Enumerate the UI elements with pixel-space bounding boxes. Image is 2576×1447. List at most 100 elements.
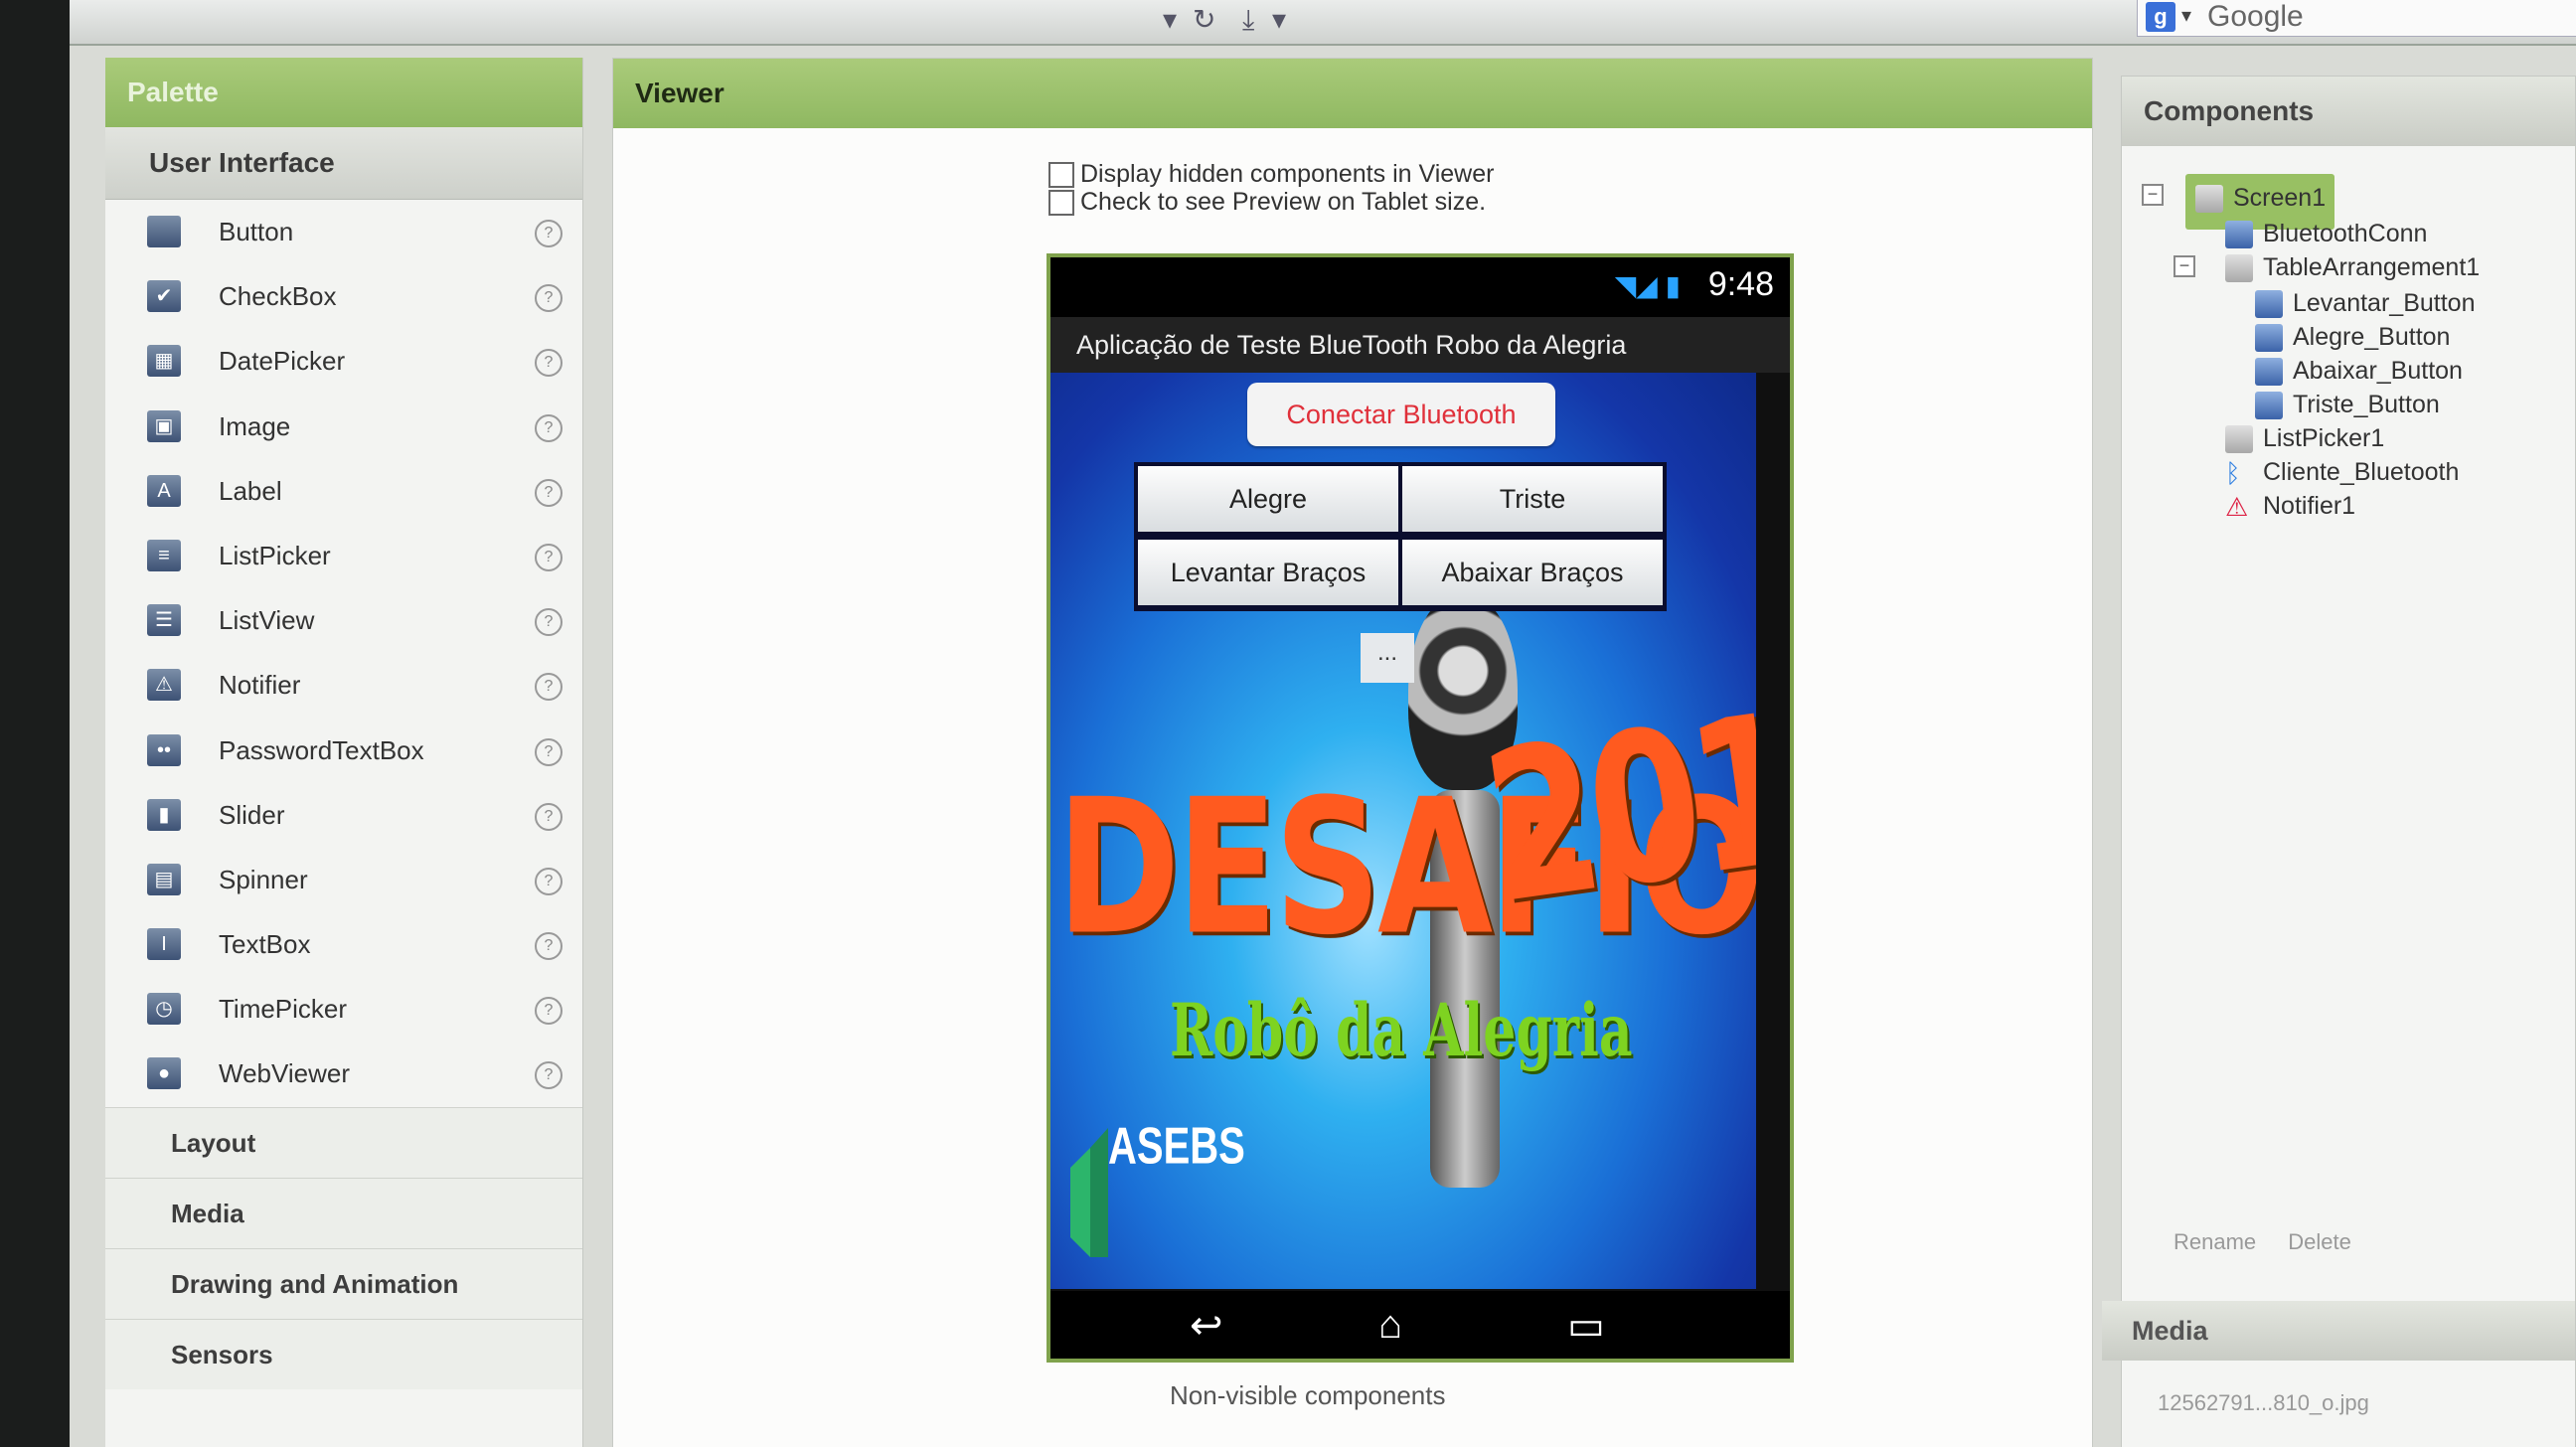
palette-item-listpicker[interactable]: ≡ ListPicker? [105, 524, 582, 588]
help-icon[interactable]: ? [535, 932, 563, 961]
help-icon[interactable]: ? [535, 1061, 563, 1090]
signal-battery-icon: ◥◢ ▮ [1614, 270, 1681, 301]
tree-item-triste-button[interactable]: Triste_Button [2255, 391, 2440, 420]
palette-item-image[interactable]: ▣ Image? [105, 395, 582, 459]
help-icon[interactable]: ? [535, 478, 563, 507]
timepicker-icon: ◷ [147, 993, 181, 1026]
home-icon[interactable]: ⌂ [1378, 1303, 1402, 1348]
help-icon[interactable]: ? [535, 284, 563, 313]
palette-item-label: DatePicker [219, 346, 346, 377]
table-arrangement[interactable]: Alegre Triste Levantar Braços Abaixar Br… [1134, 462, 1667, 611]
palette-section-drawing[interactable]: Drawing and Animation [105, 1247, 582, 1319]
tree-item-listpicker1[interactable]: ListPicker1 [2225, 424, 2384, 454]
palette-group-user-interface[interactable]: User Interface [105, 127, 582, 200]
screen1-canvas[interactable]: DESAFIO 2016 Robô da Alegria ASEBS Conec… [1050, 373, 1756, 1289]
recent-apps-icon[interactable]: ▭ [1567, 1303, 1605, 1349]
palette-item-passwordtextbox[interactable]: •• PasswordTextBox? [105, 719, 582, 783]
palette-item-label[interactable]: A Label? [105, 459, 582, 524]
textbox-icon: I [147, 928, 181, 961]
palette-item-datepicker[interactable]: ▦ DatePicker? [105, 329, 582, 394]
passwordtextbox-icon: •• [147, 733, 181, 766]
delete-button[interactable]: Delete [2288, 1229, 2351, 1255]
chevron-down-icon[interactable]: ▾ [2181, 0, 2191, 32]
triste-button[interactable]: Triste [1402, 466, 1663, 532]
download-icon[interactable]: ⤓ [1242, 0, 1254, 40]
tree-item-levantar-button[interactable]: Levantar_Button [2255, 289, 2475, 319]
palette-item-webviewer[interactable]: ● WebViewer? [105, 1042, 582, 1106]
webviewer-icon: ● [147, 1057, 181, 1090]
search-engine-label: Google [2207, 0, 2304, 33]
palette-item-timepicker[interactable]: ◷ TimePicker? [105, 977, 582, 1042]
help-icon[interactable]: ? [535, 220, 563, 247]
status-time: 9:48 [1707, 265, 1774, 303]
palette-item-checkbox[interactable]: ✔ CheckBox? [105, 264, 582, 329]
rename-button[interactable]: Rename [2174, 1229, 2256, 1255]
listpicker-button[interactable]: ... [1361, 633, 1414, 683]
levantar-bracos-button[interactable]: Levantar Braços [1138, 540, 1398, 605]
media-title: Media [2102, 1301, 2575, 1361]
search-engine-box[interactable]: g ▾ Google [2137, 0, 2576, 37]
palette-item-spinner[interactable]: ▤ Spinner? [105, 848, 582, 912]
palette-item-label: Notifier [219, 670, 301, 701]
help-icon[interactable]: ? [535, 737, 563, 766]
tree-item-tablearrangement1[interactable]: TableArrangement1 [2225, 253, 2480, 283]
help-icon[interactable]: ? [535, 349, 563, 378]
palette-item-slider[interactable]: ▮ Slider? [105, 783, 582, 848]
help-icon[interactable]: ? [535, 673, 563, 702]
palette-item-list: Button? ✔ CheckBox? ▦ DatePicker? ▣ Image? A Lab… [105, 200, 582, 1107]
components-title: Components [2122, 77, 2575, 146]
palette-item-label: CheckBox [219, 281, 337, 312]
asebs-logo-text: ASEBS [1108, 1118, 1245, 1176]
tree-item-screen1[interactable]: Screen1 [2195, 184, 2326, 214]
palette-panel: Palette User Interface Button? ✔ CheckBox?… [105, 58, 583, 1447]
screen-icon [2195, 185, 2223, 214]
tablet-preview-checkbox-row[interactable]: Check to see Preview on Tablet size. [1048, 188, 1486, 217]
hidden-components-checkbox[interactable] [1048, 162, 1074, 189]
palette-item-label: Spinner [219, 864, 308, 894]
palette-title: Palette [105, 58, 582, 127]
app-title-bar[interactable]: Aplicação de Teste BlueTooth Robo da Ale… [1050, 317, 1790, 373]
help-icon[interactable]: ? [535, 608, 563, 637]
palette-item-listview[interactable]: ☰ ListView? [105, 588, 582, 653]
back-icon[interactable]: ↩ [1190, 1303, 1223, 1349]
palette-section-sensors[interactable]: Sensors [105, 1318, 582, 1389]
reload-icon[interactable]: ↻ [1193, 0, 1215, 40]
warning-icon: ⚠ [2225, 492, 2249, 523]
palette-item-label: Label [219, 475, 282, 506]
tree-item-notifier1[interactable]: ⚠ Notifier1 [2225, 492, 2355, 521]
palette-section-media[interactable]: Media [105, 1177, 582, 1248]
palette-section-layout[interactable]: Layout [105, 1106, 582, 1178]
dropdown-arrow-icon[interactable]: ▾ [1163, 0, 1177, 40]
palette-item-textbox[interactable]: I TextBox? [105, 912, 582, 977]
palette-item-label: Image [219, 410, 291, 441]
help-icon[interactable]: ? [535, 867, 563, 895]
button-icon [2255, 324, 2283, 353]
abaixar-bracos-button[interactable]: Abaixar Braços [1402, 540, 1663, 605]
viewer-panel: Viewer Display hidden components in View… [612, 58, 2093, 1447]
media-file-item[interactable]: 12562791...810_o.jpg [2158, 1390, 2369, 1416]
collapse-screen1-icon[interactable]: − [2142, 184, 2164, 206]
google-icon: g [2146, 2, 2175, 32]
datepicker-icon: ▦ [147, 345, 181, 378]
download-menu-icon[interactable]: ▾ [1272, 0, 1286, 40]
non-visible-components-label: Non-visible components [1170, 1380, 1446, 1410]
palette-item-notifier[interactable]: ⚠ Notifier? [105, 653, 582, 718]
help-icon[interactable]: ? [535, 543, 563, 571]
tablet-preview-label: Check to see Preview on Tablet size. [1080, 188, 1487, 216]
tablet-preview-checkbox[interactable] [1048, 190, 1074, 217]
app-inventor-designer: ▾ ↻ ⤓ ▾ g ▾ Google Palette User Interfac… [70, 0, 2576, 1447]
help-icon[interactable]: ? [535, 997, 563, 1026]
components-panel: Components − Screen1 BluetoothConn − Tab… [2102, 76, 2576, 1447]
tree-item-alegre-button[interactable]: Alegre_Button [2255, 323, 2450, 353]
tree-item-cliente-bluetooth[interactable]: ᛒ Cliente_Bluetooth [2225, 458, 2459, 487]
palette-item-button[interactable]: Button? [105, 200, 582, 264]
tree-item-abaixar-button[interactable]: Abaixar_Button [2255, 357, 2463, 387]
help-icon[interactable]: ? [535, 413, 563, 442]
connect-bluetooth-button[interactable]: Conectar Bluetooth [1247, 383, 1555, 446]
phone-status-bar: ◥◢ ▮ 9:48 [1050, 257, 1790, 317]
collapse-table-icon[interactable]: − [2174, 255, 2195, 277]
alegre-button[interactable]: Alegre [1138, 466, 1398, 532]
tree-item-bluetoothconn[interactable]: BluetoothConn [2225, 220, 2427, 249]
help-icon[interactable]: ? [535, 802, 563, 831]
hidden-components-checkbox-row[interactable]: Display hidden components in Viewer [1048, 160, 1494, 189]
